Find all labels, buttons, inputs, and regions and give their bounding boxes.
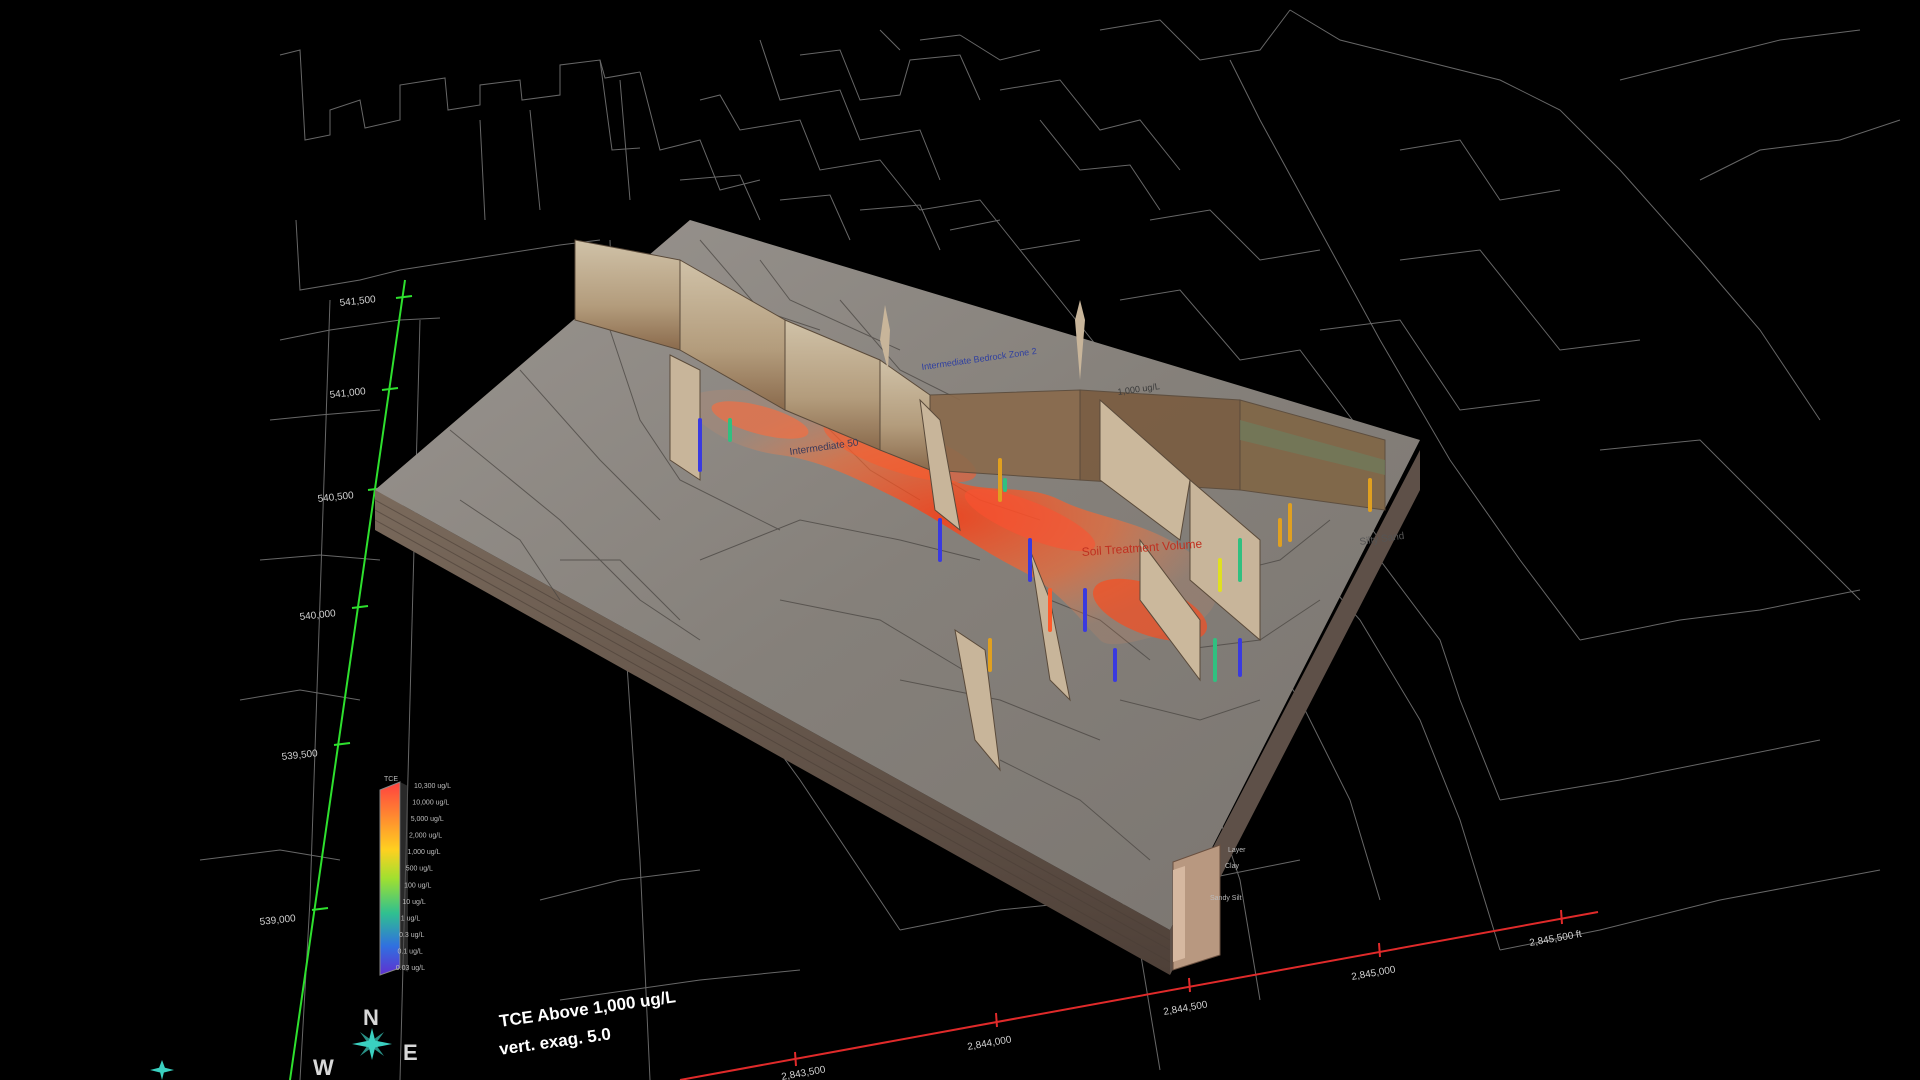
legend-label: 1 ug/L xyxy=(401,915,421,922)
legend-label: 500 ug/L xyxy=(406,866,433,873)
east-tick-label: 2,845,500 ft xyxy=(1529,929,1583,949)
north-arrow: N W E xyxy=(150,1005,418,1080)
legend-label: 1,000 ug/L xyxy=(407,849,440,856)
east-tick-label: 2,845,000 xyxy=(1351,964,1397,983)
compass-w: W xyxy=(313,1055,334,1080)
legend-label: 5,000 ug/L xyxy=(411,816,444,823)
north-tick-label: 541,500 xyxy=(339,294,377,309)
legend-label: 100 ug/L xyxy=(404,882,431,889)
geologic-3d-scene: 541,500 541,000 540,500 540,000 539,500 … xyxy=(150,9,1901,1080)
strat-label: Clay xyxy=(1225,863,1240,870)
axis-origin-icon xyxy=(150,1060,174,1080)
legend-label: 10,300 ug/L xyxy=(414,783,451,790)
north-tick-label: 539,000 xyxy=(259,913,297,928)
tce-legend: TCE 10,300 ug/L 10,000 ug/L 5,000 ug/L 2,00… xyxy=(379,776,451,976)
compass-star-icon xyxy=(352,1028,392,1060)
legend-label: 10,000 ug/L xyxy=(412,800,449,807)
legend-label: 0.03 ug/L xyxy=(396,965,425,972)
east-tick-label: 2,844,500 xyxy=(1163,999,1209,1018)
legend-label: 10 ug/L xyxy=(402,899,425,906)
block-top-surface xyxy=(375,220,1420,930)
legend-title: TCE xyxy=(384,776,398,783)
strat-label: Sandy Silt xyxy=(1210,895,1242,902)
north-tick-label: 539,500 xyxy=(281,748,319,763)
north-tick-label: 541,000 xyxy=(329,386,367,401)
strat-top-label: Layer xyxy=(1228,847,1246,854)
compass-n: N xyxy=(363,1005,379,1030)
east-tick-label: 2,843,500 xyxy=(781,1064,827,1080)
compass-e: E xyxy=(403,1040,418,1065)
strat-column: Layer Clay Sandy Silt xyxy=(1172,844,1246,971)
north-tick-label: 540,000 xyxy=(299,608,337,623)
legend-label: 0.1 ug/L xyxy=(398,949,423,956)
north-tick-label: 540,500 xyxy=(317,490,355,505)
legend-label: 2,000 ug/L xyxy=(409,833,442,840)
geologic-block xyxy=(374,220,1420,975)
legend-label: 0.3 ug/L xyxy=(399,932,424,939)
east-tick-label: 2,844,000 xyxy=(967,1034,1013,1053)
